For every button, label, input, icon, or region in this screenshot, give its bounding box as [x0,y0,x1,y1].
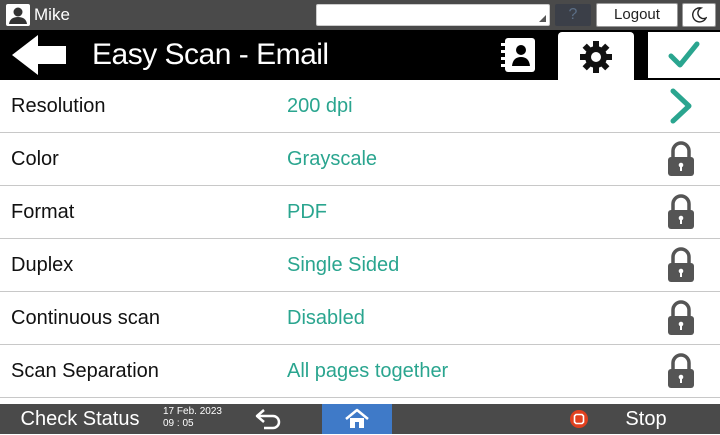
time-text: 09 : 05 [163,418,194,429]
date-text: 17 Feb. 2023 [163,406,222,417]
stop-button[interactable]: Stop [596,404,696,434]
lock-icon [668,194,694,229]
setting-value: All pages together [287,360,449,382]
chevron-right-icon[interactable] [664,87,698,125]
lock-icon [668,300,694,335]
status-bar: Mike ? Logout [0,0,720,30]
moon-icon [692,7,707,23]
lock-icon [668,247,694,282]
checkmark-icon [668,41,700,68]
user-name: Mike [34,5,70,24]
return-button[interactable] [254,408,284,430]
confirm-button[interactable] [648,32,720,78]
system-bar: Check Status 17 Feb. 2023 09 : 05 Stop [0,404,720,434]
lock-icon [668,141,694,176]
app-header: Easy Scan - Email [0,30,720,80]
setting-row-duplex[interactable]: Duplex Single Sided [0,239,720,292]
setting-row-continuous-scan[interactable]: Continuous scan Disabled [0,292,720,345]
setting-label: Scan Separation [11,360,159,382]
back-button[interactable] [10,33,70,77]
setting-label: Continuous scan [11,307,160,329]
setting-row-resolution[interactable]: Resolution 200 dpi [0,80,720,133]
settings-list: Resolution 200 dpi Color Grayscale Forma… [0,80,720,398]
home-icon [345,408,369,428]
setting-label: Color [11,148,59,170]
home-button[interactable] [322,404,392,434]
setting-row-color[interactable]: Color Grayscale [0,133,720,186]
setting-label: Duplex [11,254,74,276]
date-time: 17 Feb. 2023 09 : 05 [163,406,225,430]
return-arrow-icon [255,409,281,430]
setting-value: Disabled [287,307,365,329]
gear-icon [580,41,612,73]
user-icon[interactable] [6,4,30,26]
setting-value: PDF [287,201,327,223]
stop-icon[interactable] [569,409,589,429]
setting-label: Resolution [11,95,106,117]
logout-button[interactable]: Logout [596,3,678,27]
setting-label: Format [11,201,75,223]
message-box[interactable] [316,4,550,26]
setting-value: Single Sided [287,254,400,276]
resize-handle-icon [539,15,546,22]
help-button[interactable]: ? [555,4,591,26]
arrow-left-icon [12,35,66,75]
lock-icon [668,353,694,388]
setting-row-format[interactable]: Format PDF [0,186,720,239]
setting-value: 200 dpi [287,95,353,117]
address-book-icon [501,38,535,72]
check-status-button[interactable]: Check Status [0,404,160,434]
settings-tab[interactable] [558,32,634,80]
night-mode-button[interactable] [682,3,716,27]
page-title: Easy Scan - Email [92,38,329,71]
setting-value: Grayscale [287,148,378,170]
setting-row-scan-separation[interactable]: Scan Separation All pages together [0,345,720,398]
address-book-button[interactable] [496,35,540,75]
